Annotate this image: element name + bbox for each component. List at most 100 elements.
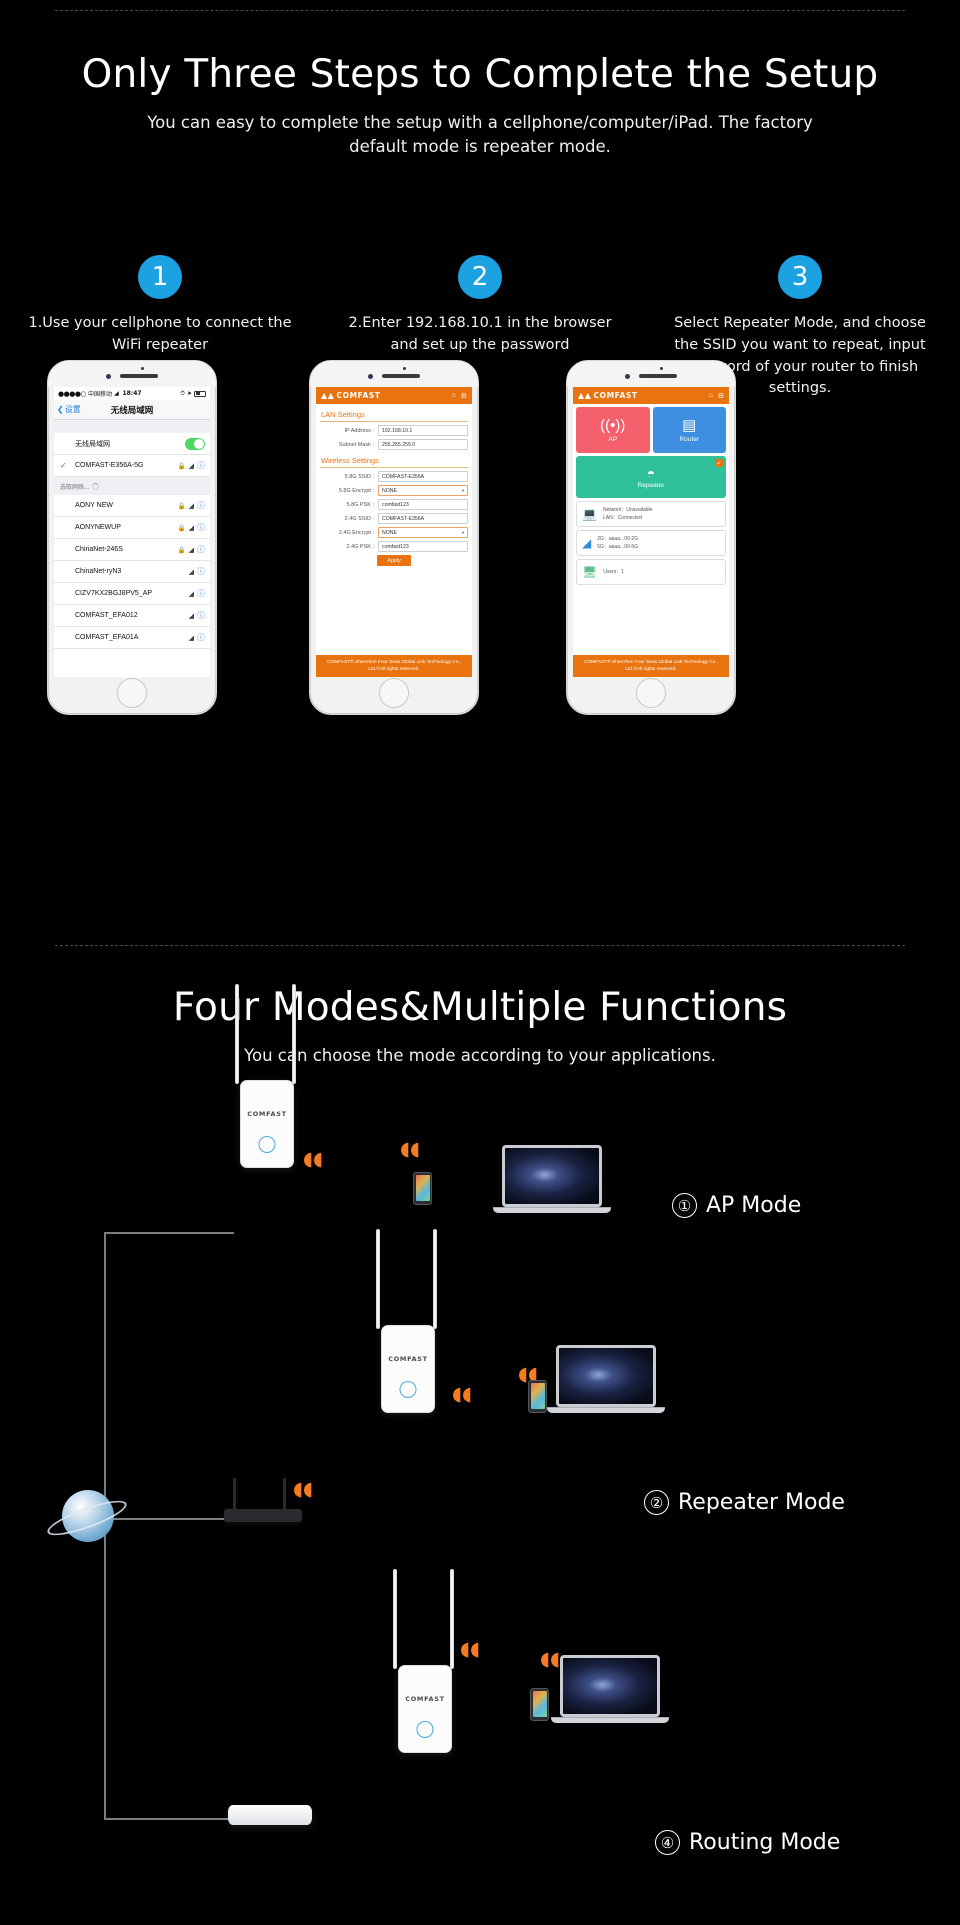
info-icon[interactable]: ⓘ (197, 632, 205, 643)
mode-tiles-row: ((•)) AP ▤ Router (573, 404, 729, 453)
connector-vertical-left (104, 1232, 106, 1522)
list-item[interactable]: AONY NEW 🔒 ◢ ⓘ (54, 495, 210, 517)
router-antenna-left (233, 1478, 236, 1512)
mode-label-ap: ① AP Mode (672, 1193, 801, 1218)
list-item[interactable]: AONYNEWUP 🔒 ◢ ⓘ (54, 517, 210, 539)
home-button[interactable] (636, 678, 666, 708)
mode-number: ① (672, 1193, 697, 1218)
field-24g-encrypt: 2.4G Encrypt : NONE ▼ (320, 527, 468, 538)
connected-network-row[interactable]: ✓ COMFAST-E356A-5G 🔒 ◢ ⓘ (54, 455, 210, 477)
laptop-base (493, 1207, 611, 1213)
list-item[interactable]: ChinaNet-ryN3 ◢ ⓘ (54, 561, 210, 583)
field-label: 2.4G SSID : (344, 515, 374, 522)
list-item[interactable]: COMFAST_EFA012 ◢ ⓘ (54, 605, 210, 627)
encrypt-24g-select[interactable]: NONE ▼ (378, 527, 468, 538)
lan-settings-heading: LAN Settings (320, 407, 468, 422)
info-icon[interactable]: ⓘ (197, 500, 205, 511)
smartphone-repeater (528, 1380, 547, 1413)
home-button[interactable] (117, 678, 147, 708)
modes-subtitle: You can choose the mode according to you… (244, 1046, 716, 1065)
comfast-logo: ▲▲ COMFAST (578, 391, 638, 400)
wifi-signal-icon: ◖◖ (540, 1648, 561, 1670)
laptop-screen (556, 1345, 656, 1407)
device-led-ring (399, 1381, 417, 1398)
gear-icon[interactable]: ⚙ (718, 392, 724, 400)
connected-network-name: COMFAST-E356A-5G (75, 462, 144, 469)
sensor-dot (403, 367, 406, 370)
wifi-toggle-row[interactable]: 无线局域网 (54, 433, 210, 455)
antenna-right (450, 1569, 454, 1669)
step-badge-2: 2 (458, 255, 502, 299)
mode-number: ② (644, 1490, 669, 1515)
phone-top-bezel (310, 361, 478, 387)
mode-number: ④ (655, 1830, 680, 1855)
select-value: NONE (382, 529, 397, 536)
laptop-base (551, 1717, 669, 1723)
encrypt-58g-select[interactable]: NONE ▼ (378, 485, 468, 496)
info-card-text: 2G：aaaa...00-2G 5G：aaaa...00-5G (597, 535, 638, 551)
list-item[interactable]: COMFAST_EFA01A ◢ ⓘ (54, 627, 210, 649)
choose-network-label: 选取网络... (60, 484, 90, 491)
field-58g-psk: 5.8G PSK : comfast123 (320, 499, 468, 510)
network-name: AONY NEW (75, 502, 113, 509)
info-icon[interactable]: ⓘ (197, 544, 205, 555)
router-icon: ▤ (682, 416, 697, 434)
ssid-24g-input[interactable]: COMFAST-E356A (378, 513, 468, 524)
antenna-left (393, 1569, 397, 1669)
gear-icon[interactable]: ⚙ (461, 392, 467, 400)
comfast-mark-icon: ▲▲ (578, 391, 592, 400)
phone-mockup-modes: ▲▲ COMFAST ⌂ ⚙ ((•)) AP ▤ Router ✓ ◓ Rep… (566, 360, 736, 715)
device-led-ring (258, 1136, 276, 1153)
laptop-screen (502, 1145, 602, 1207)
subnet-mask-input[interactable]: 255.255.255.0 (378, 439, 468, 450)
info-icon[interactable]: ⓘ (197, 588, 205, 599)
info-icon[interactable]: ⓘ (197, 522, 205, 533)
carrier-label: 中国移动 (88, 391, 113, 398)
sensor-dot (141, 367, 144, 370)
home-button[interactable] (379, 678, 409, 708)
camera-icon (106, 374, 111, 379)
ap-signal-icon: ((•)) (600, 416, 626, 434)
step-badge-3: 3 (778, 255, 822, 299)
psk-58g-input[interactable]: comfast123 (378, 499, 468, 510)
antenna-left (376, 1229, 380, 1329)
info-card-users: 🖥 Users：1 (576, 559, 726, 585)
phone1-screen: ●●●●○ 中国移动 ◢ 18:47 ⏱ ➤ ❮ 设置 无线局域网 无线局域网 … (54, 387, 210, 677)
apply-button[interactable]: Apply (377, 555, 411, 566)
wifi-toggle-switch[interactable] (185, 437, 205, 450)
info-icon[interactable]: ⓘ (197, 566, 205, 577)
tile-router-mode[interactable]: ▤ Router (652, 407, 726, 453)
alarm-icon: ⏱ (180, 389, 185, 397)
tile-ap-mode[interactable]: ((•)) AP (576, 407, 650, 453)
comfast-header: ▲▲ COMFAST ⌂ ⚙ (573, 387, 729, 404)
ssid-58g-input[interactable]: COMFAST-E356A (378, 471, 468, 482)
info-icon[interactable]: ⓘ (197, 610, 205, 621)
wifi-icon: ◢ (582, 536, 592, 550)
wifi-signal-icon: ◖◖ (400, 1138, 421, 1160)
tile-repeater-mode[interactable]: ✓ ◓ Repeater (576, 456, 726, 498)
wifi-signal-icon: ◖◖ (293, 1478, 314, 1500)
ip-address-input[interactable]: 192.168.10.1 (378, 425, 468, 436)
chevron-down-icon: ▼ (461, 488, 465, 493)
speaker-grille (382, 374, 420, 378)
brand-label: COMFAST (593, 391, 638, 400)
field-24g-ssid: 2.4G SSID : COMFAST-E356A (320, 513, 468, 524)
psk-24g-input[interactable]: comfast123 (378, 541, 468, 552)
comfast-mark-icon: ▲▲ (321, 391, 335, 400)
info-card-network: 💻 Network：Unavailable LAN：Connected (576, 501, 726, 527)
home-icon[interactable]: ⌂ (451, 392, 455, 400)
camera-icon (625, 374, 630, 379)
home-icon[interactable]: ⌂ (708, 392, 712, 400)
field-58g-ssid: 5.8G SSID : COMFAST-E356A (320, 471, 468, 482)
list-item[interactable]: CIZV7KX2BGJ8PV5_AP ◢ ⓘ (54, 583, 210, 605)
field-label: 2.4G Encrypt : (338, 529, 374, 536)
lock-icon: 🔒 (177, 546, 186, 554)
wifi-icon: ◢ (188, 546, 194, 554)
device-brand-label: COMFAST (388, 1355, 428, 1363)
page-title: Only Three Steps to Complete the Setup (81, 52, 879, 97)
hero-section: Only Three Steps to Complete the Setup Y… (0, 52, 960, 159)
tile-label: Router (679, 435, 699, 443)
info-icon[interactable]: ⓘ (197, 460, 205, 471)
wifi-network-list: AONY NEW 🔒 ◢ ⓘ AONYNEWUP 🔒 ◢ ⓘ ChinaNet-246S… (54, 495, 210, 649)
list-item[interactable]: ChinaNet-246S 🔒 ◢ ⓘ (54, 539, 210, 561)
